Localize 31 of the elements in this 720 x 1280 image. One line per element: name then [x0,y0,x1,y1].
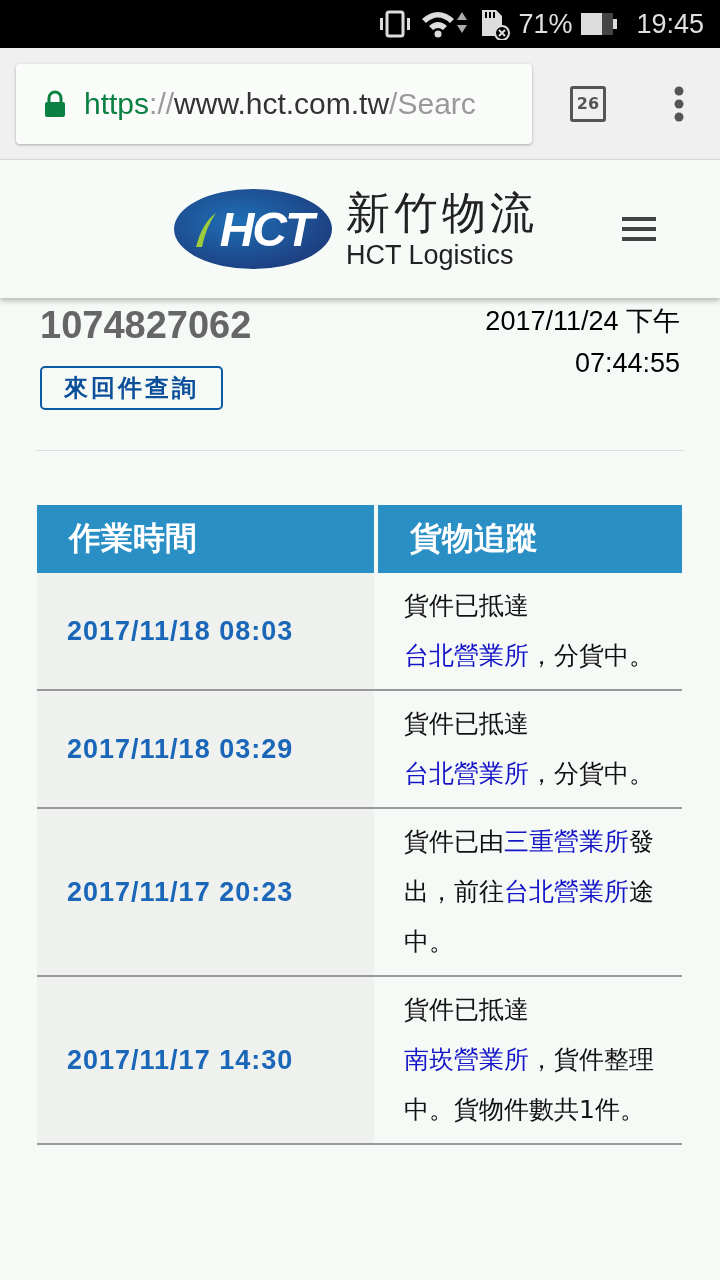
status-text: 貨件已由三重營業所發出，前往台北營業所途中。 [404,826,655,958]
branch-link[interactable]: 台北營業所 [504,877,629,906]
address-bar[interactable]: https://www.hct.com.tw/Searc [16,63,532,144]
logo-subtitle: HCT Logistics [346,239,515,271]
branch-link[interactable]: 台北營業所 [404,641,529,670]
battery-percent: 71% [518,8,573,40]
tracking-number: 1074827062 [40,304,252,346]
column-header: 作業時間 [37,505,374,573]
menu-icon [622,217,656,241]
status-text: 貨件已抵達 台北營業所，分貨中。 [404,708,655,790]
return-query-button[interactable]: 來回件查詢 [40,366,223,410]
time-cell: 2017/11/18 08:03 [37,573,374,691]
wifi-icon [420,9,469,39]
column-header: 貨物追蹤 [378,505,682,573]
time-cell: 2017/11/18 03:29 [37,691,374,809]
branch-link[interactable]: 三重營業所 [504,827,629,856]
time-cell: 2017/11/17 20:23 [37,809,374,977]
battery-icon [580,11,619,37]
branch-link[interactable]: 台北營業所 [404,759,529,788]
query-datetime: 2017/11/24 下午 07:44:55 [484,305,680,380]
time-cell: 2017/11/17 14:30 [37,977,374,1145]
vibrate-icon [378,9,413,39]
tab-switcher-button[interactable]: 26 [570,85,606,122]
branch-link[interactable]: 南崁營業所 [404,1045,529,1074]
logo-title: 新竹物流 [346,187,538,239]
url-text: https://www.hct.com.tw/Searc [84,86,476,121]
more-menu-icon [672,85,686,122]
lock-icon [44,89,66,118]
status-text: 貨件已抵達 台北營業所，分貨中。 [404,590,655,672]
clock: 19:45 [636,8,704,40]
status-text: 貨件已抵達 南崁營業所，貨件整理中。貨物件數共1件。 [404,994,655,1126]
